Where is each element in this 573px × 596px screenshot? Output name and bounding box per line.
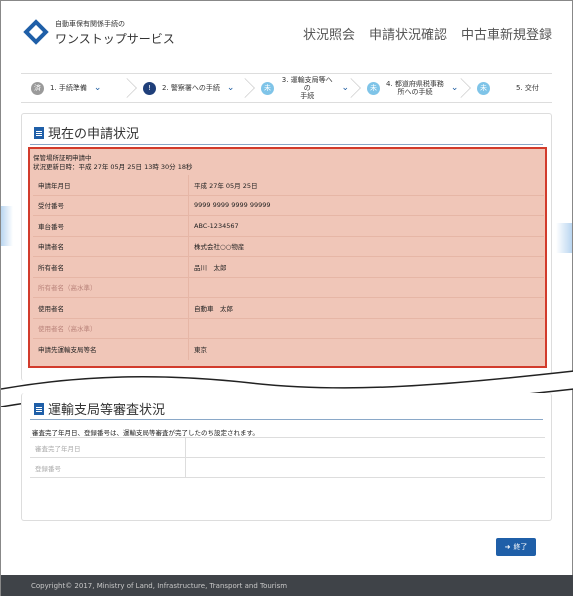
row-label: 申請者名 <box>38 243 64 252</box>
review-panel-title: 運輸支局等審査状況 <box>34 399 165 418</box>
end-button-label: 終了 <box>513 543 528 551</box>
row-label: 受付番号 <box>38 202 64 211</box>
row-value: ABC-1234567 <box>188 216 544 236</box>
row-value <box>188 277 544 297</box>
row-label: 審査完了年月日 <box>35 444 81 453</box>
review-panel: 運輸支局等審査状況 審査完了年月日、登録番号は、運輸支局等審査が完了したのち設定… <box>21 393 552 521</box>
status-table: 申請年月日 平成 27年 05月 25日 受付番号 9999 9999 9999 9… <box>33 175 544 360</box>
exit-icon: ➜ <box>504 543 511 551</box>
review-table: 審査完了年月日 登録番号 <box>30 437 545 478</box>
step-badge: ! <box>143 81 156 95</box>
status-header: 保管場所証明申請中 状況更新日時：平成 27年 05月 25日 13時 30分 … <box>33 154 193 172</box>
chevron-down-icon[interactable]: ⌄ <box>227 83 235 93</box>
table-row: 登録番号 <box>30 458 545 478</box>
row-label: 車台番号 <box>38 222 64 231</box>
row-value: 東京 <box>188 339 544 360</box>
table-row: 申請年月日 平成 27年 05月 25日 <box>33 175 544 196</box>
step-badge: 未 <box>261 81 274 95</box>
nav-application-status[interactable]: 申請状況確認 <box>369 24 447 43</box>
header: 自動車保有関係手続の ワンストップサービス 状況照会 申請状況確認 中古車新規登… <box>1 1 572 63</box>
progress-steps: 済 1. 手続準備 ⌄ ! 2. 警察署への手続 ⌄ 未 3. 運輸支局等への手… <box>21 73 552 103</box>
end-button[interactable]: ➜ 終了 <box>496 538 536 556</box>
status-updated-time: 状況更新日時：平成 27年 05月 25日 13時 30分 18秒 <box>33 163 193 171</box>
step-label: 5. 交付 <box>516 84 539 92</box>
step-badge: 未 <box>477 81 490 95</box>
row-value <box>185 458 545 477</box>
footer: Copyright© 2017, Ministry of Land, Infra… <box>1 575 573 596</box>
row-value <box>188 318 544 338</box>
table-row: 使用者名 自動車 太郎 <box>33 298 544 319</box>
step-transport-bureau[interactable]: 未 3. 運輸支局等への 手続 ⌄ <box>251 74 361 102</box>
step-badge: 済 <box>31 81 44 95</box>
brand-subtitle: 自動車保有関係手続の <box>55 20 125 28</box>
row-label: 登録番号 <box>35 464 61 473</box>
review-title-text: 運輸支局等審査状況 <box>48 403 166 418</box>
side-decoration-left <box>1 206 13 246</box>
chevron-down-icon[interactable]: ⌄ <box>94 83 102 93</box>
row-value: 平成 27年 05月 25日 <box>188 175 544 195</box>
step-label: 1. 手続準備 <box>50 84 87 92</box>
nav-used-car-registration[interactable]: 中古車新規登録 <box>461 24 552 43</box>
table-row: 所有者名 品川 太郎 <box>33 257 544 278</box>
step-tax-office[interactable]: 未 4. 都道府県税事務 所への手続 ⌄ <box>357 74 471 102</box>
row-label: 使用者名（高水準） <box>38 325 97 334</box>
row-label: 所有者名 <box>38 263 64 272</box>
document-icon <box>34 402 44 415</box>
logo-icon <box>23 19 49 45</box>
row-value: 9999 9999 9999 99999 <box>188 195 544 215</box>
row-value: 品川 太郎 <box>188 257 544 277</box>
row-label: 使用者名 <box>38 304 64 313</box>
table-row: 申請先運輸支局等名 東京 <box>33 339 544 360</box>
status-state: 保管場所証明申請中 <box>33 154 92 162</box>
table-row: 車台番号 ABC-1234567 <box>33 216 544 237</box>
side-decoration-right <box>556 223 572 253</box>
step-label: 4. 都道府県税事務 所への手続 <box>386 80 444 96</box>
row-value <box>185 438 545 457</box>
table-row: 受付番号 9999 9999 9999 99999 <box>33 195 544 216</box>
page-frame: 自動車保有関係手続の ワンストップサービス 状況照会 申請状況確認 中古車新規登… <box>0 0 573 596</box>
row-label: 所有者名（高水準） <box>38 284 97 293</box>
status-panel-title: 現在の申請状況 <box>34 123 139 142</box>
status-title-text: 現在の申請状況 <box>48 127 140 142</box>
table-row: 申請者名 株式会社○○物産 <box>33 236 544 257</box>
row-label: 申請年月日 <box>38 181 71 190</box>
row-value: 自動車 太郎 <box>188 298 544 318</box>
step-police[interactable]: ! 2. 警察署への手続 ⌄ <box>133 74 255 102</box>
review-note: 審査完了年月日、登録番号は、運輸支局等審査が完了したのち設定されます。 <box>32 429 259 437</box>
step-label: 2. 警察署への手続 <box>162 84 220 92</box>
status-panel: 現在の申請状況 保管場所証明申請中 状況更新日時：平成 27年 05月 25日 … <box>21 113 552 381</box>
row-label: 申請先運輸支局等名 <box>38 346 97 355</box>
step-preparation[interactable]: 済 1. 手続準備 ⌄ <box>21 74 137 102</box>
brand-title: ワンストップサービス <box>55 32 175 46</box>
step-label: 3. 運輸支局等への 手続 <box>281 76 333 100</box>
nav-status-inquiry[interactable]: 状況照会 <box>303 24 355 43</box>
table-row: 所有者名（高水準） <box>33 277 544 298</box>
divider <box>30 419 543 420</box>
step-badge: 未 <box>367 81 380 95</box>
divider <box>30 144 543 145</box>
document-icon <box>34 126 44 139</box>
row-value: 株式会社○○物産 <box>188 236 544 256</box>
copyright-text: Copyright© 2017, Ministry of Land, Infra… <box>31 582 288 590</box>
step-issuance[interactable]: 未 5. 交付 <box>467 74 552 102</box>
table-row: 審査完了年月日 <box>30 438 545 458</box>
highlighted-status-box: 保管場所証明申請中 状況更新日時：平成 27年 05月 25日 13時 30分 … <box>28 147 547 368</box>
table-row: 使用者名（高水準） <box>33 318 544 339</box>
top-nav: 状況照会 申請状況確認 中古車新規登録 <box>303 24 552 43</box>
